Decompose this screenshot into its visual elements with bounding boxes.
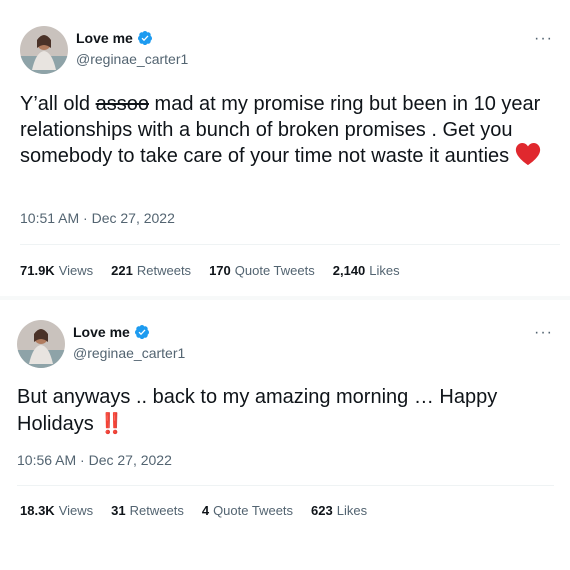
divider <box>17 485 554 486</box>
tweet-stats: 18.3K Views 31 Retweets 4 Quote Tweets 623 L… <box>20 503 367 518</box>
views-label: Views <box>58 263 94 278</box>
avatar-image <box>17 320 65 368</box>
tweet-card[interactable]: Love me @reginae_carter1 ··· But anyways… <box>0 300 570 538</box>
tweet-text: But anyways .. back to my amazing mornin… <box>17 384 547 438</box>
tweet-text-start: Y’all old <box>20 93 96 115</box>
tweet-text: Y’all old assoo mad at my promise ring b… <box>20 91 550 169</box>
author-handle[interactable]: @reginae_carter1 <box>76 51 188 67</box>
avatar-image <box>20 26 68 74</box>
double-exclamation-icon: ‼️ <box>99 413 125 435</box>
views-count: 18.3K <box>20 503 55 518</box>
likes-label: Likes <box>336 503 368 518</box>
author-row: Love me <box>73 324 150 340</box>
verified-badge-icon <box>137 31 152 45</box>
verified-badge-icon <box>134 325 149 339</box>
views-count: 71.9K <box>20 263 55 278</box>
views-stat[interactable]: 18.3K Views <box>20 503 93 518</box>
tweet-timestamp[interactable]: 10:51 AM · Dec 27, 2022 <box>20 210 175 226</box>
likes-label: Likes <box>369 263 400 278</box>
tweet-stats: 71.9K Views 221 Retweets 170 Quote Tweets 2… <box>20 263 400 278</box>
quote-tweets-stat[interactable]: 170 Quote Tweets <box>209 263 315 278</box>
more-options-icon[interactable]: ··· <box>534 324 553 342</box>
retweets-stat[interactable]: 221 Retweets <box>111 263 191 278</box>
tweet-text-body: But anyways .. back to my amazing mornin… <box>17 386 498 435</box>
likes-stat[interactable]: 2,140 Likes <box>333 263 400 278</box>
display-name[interactable]: Love me <box>76 30 133 46</box>
tweet-timestamp[interactable]: 10:56 AM · Dec 27, 2022 <box>17 452 172 468</box>
author-handle[interactable]: @reginae_carter1 <box>73 345 185 361</box>
more-options-icon[interactable]: ··· <box>534 30 553 48</box>
likes-count: 623 <box>311 503 333 518</box>
author-row: Love me <box>76 30 153 46</box>
tweet-card[interactable]: Love me @reginae_carter1 ··· Y’all old a… <box>0 0 570 296</box>
red-heart-icon <box>515 143 540 165</box>
quote-tweets-count: 170 <box>209 263 231 278</box>
retweets-stat[interactable]: 31 Retweets <box>111 503 184 518</box>
retweets-label: Retweets <box>129 503 184 518</box>
quote-tweets-count: 4 <box>201 503 210 518</box>
divider <box>20 244 560 245</box>
tweet-text-struck: assoo <box>95 93 149 115</box>
quote-tweets-label: Quote Tweets <box>213 503 294 518</box>
avatar[interactable] <box>17 320 65 368</box>
display-name[interactable]: Love me <box>73 324 130 340</box>
retweets-label: Retweets <box>136 263 192 278</box>
retweets-count: 31 <box>111 503 126 518</box>
views-label: Views <box>58 503 94 518</box>
likes-count: 2,140 <box>332 263 366 278</box>
retweets-count: 221 <box>111 263 133 278</box>
quote-tweets-label: Quote Tweets <box>234 263 315 278</box>
likes-stat[interactable]: 623 Likes <box>311 503 367 518</box>
views-stat[interactable]: 71.9K Views <box>20 263 93 278</box>
quote-tweets-stat[interactable]: 4 Quote Tweets <box>202 503 293 518</box>
avatar[interactable] <box>20 26 68 74</box>
